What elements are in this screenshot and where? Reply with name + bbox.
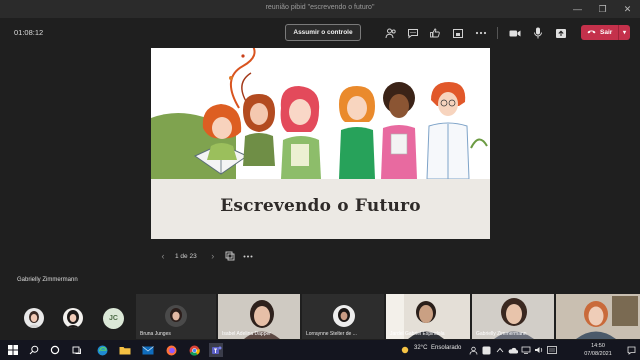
- search-icon[interactable]: [27, 343, 41, 357]
- participant-tile[interactable]: Isabel Adelina Dapper: [218, 294, 300, 339]
- more-icon[interactable]: [474, 26, 488, 40]
- toolbar-divider: [497, 27, 498, 39]
- teams-icon[interactable]: [209, 343, 223, 357]
- participant-name: Gabrielly Zimmermann: [476, 331, 527, 337]
- participant-tile[interactable]: Gabrielly Zimmermann: [472, 294, 554, 339]
- window-controls: — ❐ ✕: [565, 0, 640, 18]
- minimize-button[interactable]: —: [565, 0, 590, 18]
- slide-title: Escrevendo o Futuro: [220, 196, 421, 216]
- avatar: [165, 305, 187, 327]
- onedrive-icon[interactable]: [506, 343, 520, 357]
- chat-icon[interactable]: [406, 26, 420, 40]
- volume-icon[interactable]: [532, 343, 546, 357]
- participant-name: Bruna Junges: [140, 331, 171, 337]
- participant-name: Isabel Adelina Dapper: [222, 331, 271, 337]
- slide-title-band: Escrevendo o Futuro: [151, 179, 490, 239]
- participant-tile[interactable]: Lorraynne Stelter de ...: [302, 294, 384, 339]
- network-icon[interactable]: [519, 343, 533, 357]
- previous-slide-button[interactable]: ‹: [157, 250, 169, 262]
- language-icon[interactable]: [545, 343, 559, 357]
- hidden-icons-icon[interactable]: [493, 343, 507, 357]
- avatar[interactable]: [63, 308, 83, 328]
- task-view-icon[interactable]: [70, 343, 84, 357]
- temperature: 32°C: [414, 345, 428, 351]
- participant-tile[interactable]: [556, 294, 640, 339]
- maximize-button[interactable]: ❐: [590, 0, 615, 18]
- participant-tile[interactable]: Bruna Junges: [136, 294, 216, 339]
- leave-button[interactable]: Sair ▾: [581, 25, 630, 40]
- take-control-button[interactable]: Assumir o controle: [285, 24, 361, 41]
- participants-strip: JC Bruna Junges Isabel Adelina Dapper Lo…: [0, 294, 640, 339]
- participant-name: Jardel Gabriel Espindola: [390, 331, 445, 337]
- chevron-down-icon[interactable]: ▾: [618, 25, 630, 40]
- share-icon[interactable]: [554, 26, 568, 40]
- clock-date: 07/08/2021: [584, 351, 612, 357]
- participant-tile[interactable]: Jardel Gabriel Espindola: [386, 294, 470, 339]
- window-title: reunião pibid "escrevendo o futuro": [265, 4, 375, 11]
- mic-icon[interactable]: [531, 26, 545, 40]
- more-icon[interactable]: [241, 250, 255, 262]
- weather-icon: [398, 343, 412, 357]
- cortana-icon[interactable]: [48, 343, 62, 357]
- avatar-initials[interactable]: JC: [103, 308, 124, 329]
- next-slide-button[interactable]: ›: [207, 250, 219, 262]
- people-tray-icon[interactable]: [466, 343, 480, 357]
- clock-time: 14:50: [591, 343, 605, 349]
- presentation-slide: Escrevendo o Futuro: [151, 48, 490, 239]
- slide-view-icon[interactable]: [223, 250, 237, 262]
- file-explorer-icon[interactable]: [118, 343, 132, 357]
- weather-status: Ensolarado: [431, 345, 462, 351]
- shared-content-stage: Escrevendo o Futuro ‹ 1 de 23 › Gabriell…: [0, 48, 640, 290]
- edge-icon[interactable]: [95, 343, 109, 357]
- phone-icon: [587, 29, 596, 36]
- firefox-icon[interactable]: [164, 343, 178, 357]
- meeting-toolbar: 01:08:12 Assumir o controle Sair ▾: [0, 18, 640, 48]
- windows-taskbar: 32°C Ensolarado 14:50 07/08/2021: [0, 340, 640, 360]
- avatar[interactable]: [24, 308, 44, 328]
- system-clock[interactable]: 14:50 07/08/2021: [576, 342, 620, 358]
- camera-icon[interactable]: [508, 26, 522, 40]
- meeting-timer: 01:08:12: [14, 28, 44, 37]
- presenter-name: Gabrielly Zimmermann: [17, 277, 78, 283]
- leave-label: Sair: [600, 29, 613, 36]
- slide-counter: 1 de 23: [175, 252, 197, 260]
- notification-icon[interactable]: [624, 343, 638, 357]
- reactions-icon[interactable]: [428, 26, 442, 40]
- teams-meeting-window: reunião pibid "escrevendo o futuro" — ❐ …: [0, 0, 640, 360]
- slide-illustration: [151, 48, 488, 179]
- windows-start-icon[interactable]: [6, 343, 20, 357]
- apps-tray-icon[interactable]: [479, 343, 493, 357]
- close-window-button[interactable]: ✕: [615, 0, 640, 18]
- title-bar: reunião pibid "escrevendo o futuro" — ❐ …: [0, 0, 640, 18]
- participant-name: Lorraynne Stelter de ...: [306, 331, 357, 337]
- slide-pager: ‹ 1 de 23 ›: [157, 250, 255, 262]
- avatar: [333, 305, 355, 327]
- video-feed: [556, 294, 640, 339]
- chrome-icon[interactable]: [187, 343, 201, 357]
- mail-icon[interactable]: [141, 343, 155, 357]
- people-icon[interactable]: [384, 26, 398, 40]
- share-tray-icon[interactable]: [451, 26, 465, 40]
